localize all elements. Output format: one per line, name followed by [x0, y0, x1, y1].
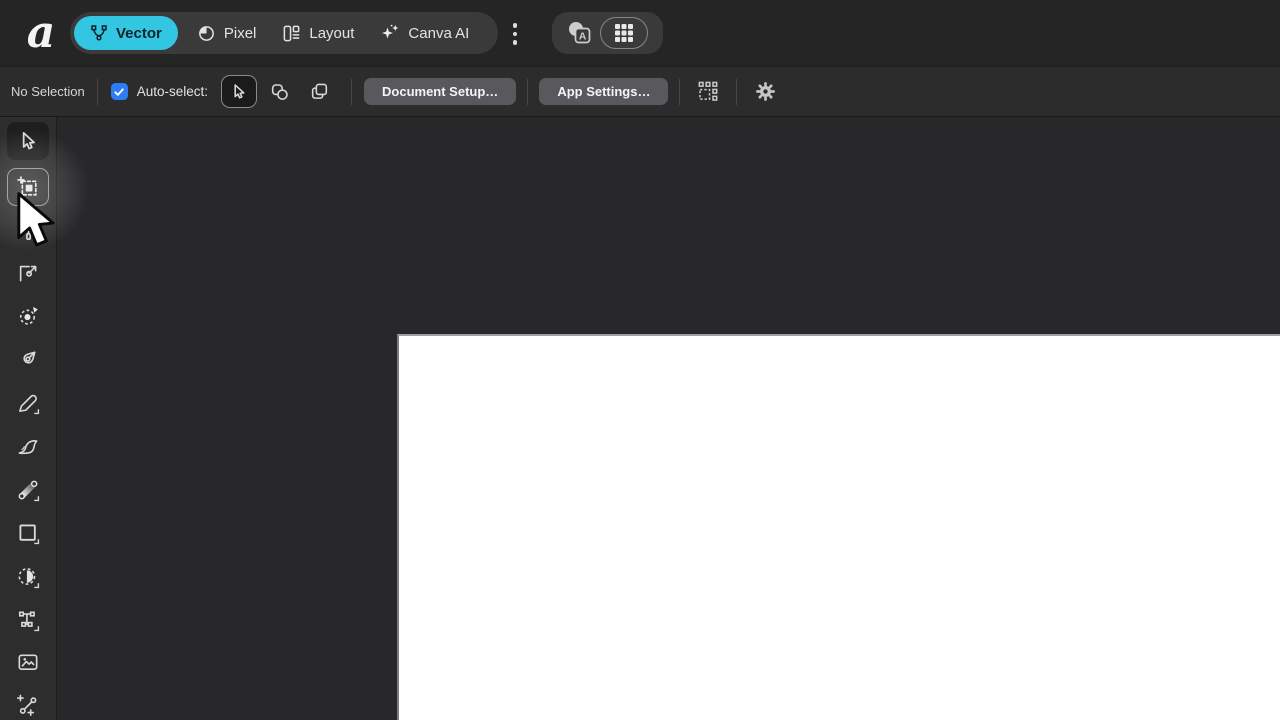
artboard-tool-button[interactable] — [7, 168, 49, 206]
app-grid-button[interactable] — [600, 17, 648, 49]
text-tool-button[interactable] — [7, 601, 49, 639]
tools-panel — [0, 117, 57, 720]
divider — [527, 78, 529, 105]
pixel-circle-icon — [197, 24, 216, 43]
duplicate-squares-icon — [311, 83, 327, 99]
vector-nodes-icon — [90, 24, 108, 42]
gradient-fill-icon — [18, 480, 40, 502]
point-transform-tool-button[interactable] — [7, 297, 49, 335]
topbar-right-group: A — [552, 12, 663, 54]
shapes-overlap-icon — [271, 84, 288, 100]
divider — [96, 78, 98, 105]
select-duplicate-mode-button[interactable] — [301, 75, 337, 108]
svg-text:A: A — [578, 30, 586, 42]
divider — [679, 78, 681, 105]
sparkles-icon — [380, 23, 400, 43]
move-cursor-icon — [22, 132, 35, 150]
text-path-icon — [18, 611, 40, 632]
persona-switcher: Vector Pixel Layout Canva AI — [70, 12, 498, 54]
divider — [351, 78, 353, 105]
cursor-arrow-icon — [234, 83, 245, 99]
fill-gradient-tool-button[interactable] — [7, 471, 49, 509]
select-shapes-mode-button[interactable] — [261, 75, 297, 108]
pen-nib-icon — [23, 351, 36, 364]
artboard-icon — [17, 176, 37, 196]
place-image-tool-button[interactable] — [7, 643, 49, 681]
style-picker-tool-button[interactable] — [7, 211, 49, 249]
app-grid-icon — [614, 23, 634, 43]
character-panel-button[interactable]: A — [564, 18, 594, 48]
affinity-logo: a — [26, 7, 56, 58]
top-persona-bar: a Vector Pixel Layout Canva AI A — [0, 0, 1280, 66]
persona-layout-label: Layout — [309, 24, 355, 42]
style-picker-icon — [19, 221, 37, 241]
snapping-options-button[interactable] — [691, 77, 725, 107]
persona-overflow-menu-button[interactable] — [505, 19, 525, 49]
auto-select-mode-group — [221, 75, 337, 108]
node-add-icon — [17, 694, 37, 716]
snapping-grid-icon — [699, 81, 718, 101]
node-tool-icon — [19, 265, 37, 282]
persona-vector-label: Vector — [116, 24, 162, 42]
rectangle-icon — [19, 524, 40, 545]
persona-pixel-label: Pixel — [223, 24, 257, 42]
auto-select-checkbox[interactable] — [110, 83, 128, 100]
vector-crop-tool-button[interactable] — [7, 558, 49, 596]
point-transform-icon — [19, 306, 38, 325]
divider — [736, 78, 738, 105]
document-page[interactable] — [397, 334, 1280, 720]
layout-pages-icon — [282, 24, 301, 43]
pen-tool-button[interactable] — [7, 340, 49, 378]
vector-crop-icon — [18, 568, 40, 589]
persona-canva-ai[interactable]: Canva AI — [367, 16, 482, 50]
document-setup-button[interactable]: Document Setup… — [364, 78, 517, 105]
persona-pixel[interactable]: Pixel — [184, 16, 270, 50]
app-settings-button[interactable]: App Settings… — [539, 78, 669, 105]
pencil-tool-button[interactable] — [7, 384, 49, 422]
selection-status-label: No Selection — [11, 84, 85, 99]
context-toolbar: No Selection Auto-select: Document Setup… — [0, 66, 1280, 117]
auto-select-label: Auto-select: — [136, 84, 209, 99]
vector-brush-icon — [18, 440, 38, 455]
rectangle-tool-button[interactable] — [7, 514, 49, 552]
character-translate-icon: A — [566, 20, 593, 47]
vector-brush-tool-button[interactable] — [7, 427, 49, 465]
node-tool-button[interactable] — [7, 253, 49, 291]
move-tool-button[interactable] — [7, 122, 49, 160]
persona-canva-ai-label: Canva AI — [408, 24, 470, 42]
settings-button[interactable] — [748, 77, 782, 107]
place-image-icon — [18, 654, 38, 670]
canvas-area[interactable] — [57, 117, 1280, 720]
kebab-vertical-icon — [512, 23, 518, 28]
pencil-icon — [19, 394, 40, 415]
gear-icon — [756, 82, 775, 101]
select-object-mode-button[interactable] — [221, 75, 258, 108]
persona-vector[interactable]: Vector — [74, 16, 178, 50]
node-add-tool-button[interactable] — [7, 686, 49, 720]
check-icon — [114, 87, 124, 96]
persona-layout[interactable]: Layout — [269, 16, 367, 50]
